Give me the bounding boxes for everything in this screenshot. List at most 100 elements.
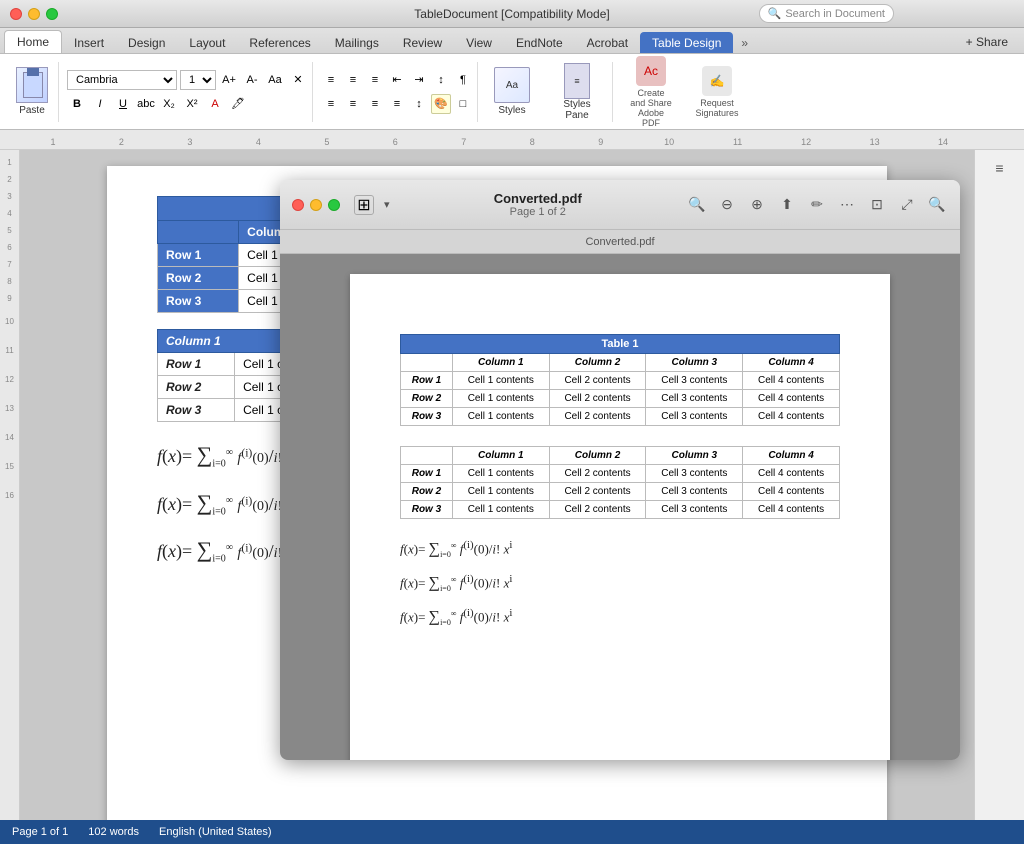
- pdf-view-dropdown[interactable]: ▾: [384, 198, 390, 211]
- pdf-find-icon[interactable]: 🔍: [926, 194, 948, 216]
- share-button[interactable]: + Share: [958, 31, 1016, 53]
- underline-button[interactable]: U: [113, 94, 133, 114]
- close-button[interactable]: [10, 8, 22, 20]
- search-placeholder: Search in Document: [785, 8, 885, 20]
- show-marks-button[interactable]: ¶: [453, 70, 473, 90]
- pdf-table-row: Row 2 Cell 1 contents Cell 2 contents Ce…: [401, 483, 840, 501]
- align-right-button[interactable]: ≡: [365, 94, 385, 114]
- main-area: 1 2 3 4 5 6 7 8 9 10 11 12 13 14 15 16 T…: [0, 150, 1024, 820]
- pdf-table-2: Column 1 Column 2 Column 3 Column 4 Row …: [400, 446, 840, 519]
- request-signatures-button[interactable]: ✍ Request Signatures: [687, 62, 747, 122]
- highlight-button[interactable]: 🖊: [228, 94, 248, 114]
- tab-view[interactable]: View: [454, 32, 504, 53]
- font-group: Cambria 12 A+ A- Aa ✕ B I U abc X₂ X² A …: [63, 62, 313, 122]
- clear-format-button[interactable]: ✕: [288, 70, 308, 90]
- tab-home[interactable]: Home: [4, 30, 62, 53]
- pdf-share-icon[interactable]: ⬆: [776, 194, 798, 216]
- superscript-button[interactable]: X²: [182, 94, 202, 114]
- styles-pane-button[interactable]: ≡ Styles Pane: [546, 59, 608, 125]
- pdf-table-title-row: Table 1: [401, 335, 840, 354]
- font-case-button[interactable]: Aa: [265, 70, 285, 90]
- pdf-formula-1: f(x)= ∑i=0∞ f(i)(0)/i! xi: [400, 539, 840, 559]
- partial-row1-label: Row 1: [158, 353, 235, 376]
- pdf-table-1: Table 1 Column 1 Column 2 Column 3 Colum…: [400, 334, 840, 426]
- paste-label: Paste: [19, 105, 45, 116]
- pdf-t1-col3-header: Column 3: [646, 354, 743, 372]
- borders-button[interactable]: □: [453, 94, 473, 114]
- bold-button[interactable]: B: [67, 94, 87, 114]
- styles-label: Styles: [498, 105, 525, 116]
- font-name-select[interactable]: Cambria: [67, 70, 177, 90]
- increase-indent-button[interactable]: ⇥: [409, 70, 429, 90]
- styles-pane-icon: ≡: [564, 63, 590, 99]
- pdf-content[interactable]: Table 1 Column 1 Column 2 Column 3 Colum…: [280, 254, 960, 760]
- paste-group: Paste: [6, 62, 59, 122]
- align-left-button[interactable]: ≡: [321, 94, 341, 114]
- font-color-button[interactable]: A: [205, 94, 225, 114]
- column-view-icon[interactable]: ▤: [1019, 158, 1024, 178]
- decrease-indent-button[interactable]: ⇤: [387, 70, 407, 90]
- pdf-pages-icon[interactable]: ⊡: [866, 194, 888, 216]
- pdf-t2-col4-header: Column 4: [743, 447, 840, 465]
- pdf-maximize-button[interactable]: [328, 199, 340, 211]
- paragraph-group: ≡ ≡ ≡ ⇤ ⇥ ↕ ¶ ≡ ≡ ≡ ≡ ↕ 🎨 □: [317, 62, 478, 122]
- create-share-adobe-button[interactable]: Ac Create and Share Adobe PDF: [621, 52, 681, 132]
- line-spacing-button[interactable]: ↕: [409, 94, 429, 114]
- tab-insert[interactable]: Insert: [62, 32, 116, 53]
- pdf-zoom-in-icon[interactable]: ⊕: [746, 194, 768, 216]
- center-button[interactable]: ≡: [343, 94, 363, 114]
- pdf-view-toggle[interactable]: ⊞: [354, 195, 374, 215]
- app-title: TableDocument [Compatibility Mode]: [414, 7, 609, 21]
- bullets-button[interactable]: ≡: [321, 70, 341, 90]
- partial-row3-label: Row 3: [158, 399, 235, 422]
- pdf-expand-icon[interactable]: ⤢: [896, 194, 918, 216]
- row1-label: Row 1: [158, 244, 239, 267]
- pdf-t1-col1-header: Column 1: [452, 354, 549, 372]
- tab-acrobat[interactable]: Acrobat: [575, 32, 640, 53]
- tab-mailings[interactable]: Mailings: [323, 32, 391, 53]
- paste-button[interactable]: Paste: [10, 63, 54, 120]
- shrink-font-button[interactable]: A-: [242, 70, 262, 90]
- tab-more[interactable]: »: [733, 32, 756, 53]
- list-view-icon[interactable]: ≡: [985, 158, 1015, 178]
- row3-label: Row 3: [158, 290, 239, 313]
- pdf-search-icon[interactable]: 🔍: [686, 194, 708, 216]
- pdf-table-title: Table 1: [401, 335, 840, 354]
- grow-font-button[interactable]: A+: [219, 70, 239, 90]
- styles-pane-label: Styles Pane: [552, 99, 602, 121]
- tab-design[interactable]: Design: [116, 32, 177, 53]
- tab-review[interactable]: Review: [391, 32, 454, 53]
- pdf-minimize-button[interactable]: [310, 199, 322, 211]
- right-sidebar: ⊞ ≡ ▤: [974, 150, 1024, 820]
- tab-layout[interactable]: Layout: [177, 32, 237, 53]
- search-icon: 🔍: [768, 7, 782, 20]
- minimize-button[interactable]: [28, 8, 40, 20]
- request-signatures-icon: ✍: [702, 66, 732, 96]
- multilevel-list-button[interactable]: ≡: [365, 70, 385, 90]
- tab-references[interactable]: References: [237, 32, 322, 53]
- tab-endnote[interactable]: EndNote: [504, 32, 575, 53]
- pdf-annotate-icon[interactable]: ✏: [806, 194, 828, 216]
- pdf-table-row: Row 2 Cell 1 contents Cell 2 contents Ce…: [401, 390, 840, 408]
- pdf-page: Table 1 Column 1 Column 2 Column 3 Colum…: [350, 274, 890, 760]
- pdf-close-button[interactable]: [292, 199, 304, 211]
- italic-button[interactable]: I: [90, 94, 110, 114]
- pdf-formula-3: f(x)= ∑i=0∞ f(i)(0)/i! xi: [400, 607, 840, 627]
- subscript-button[interactable]: X₂: [159, 94, 179, 114]
- tab-table-design[interactable]: Table Design: [640, 32, 733, 53]
- numbering-button[interactable]: ≡: [343, 70, 363, 90]
- justify-button[interactable]: ≡: [387, 94, 407, 114]
- search-box[interactable]: 🔍 Search in Document: [759, 4, 894, 23]
- pdf-zoom-out-icon[interactable]: ⊖: [716, 194, 738, 216]
- sort-button[interactable]: ↕: [431, 70, 451, 90]
- maximize-button[interactable]: [46, 8, 58, 20]
- pdf-traffic-lights: [292, 199, 340, 211]
- strikethrough-button[interactable]: abc: [136, 94, 156, 114]
- font-size-select[interactable]: 12: [180, 70, 216, 90]
- pdf-table-row: Row 3 Cell 1 contents Cell 2 contents Ce…: [401, 408, 840, 426]
- styles-button[interactable]: Aa Styles: [486, 63, 538, 120]
- document-area[interactable]: Table 1 Column 1 Column 2 Column 3 Colum…: [20, 150, 974, 820]
- pdf-more-icon[interactable]: ⋯: [836, 194, 858, 216]
- pdf-content-bar: Converted.pdf: [280, 230, 960, 254]
- shading-button[interactable]: 🎨: [431, 94, 451, 114]
